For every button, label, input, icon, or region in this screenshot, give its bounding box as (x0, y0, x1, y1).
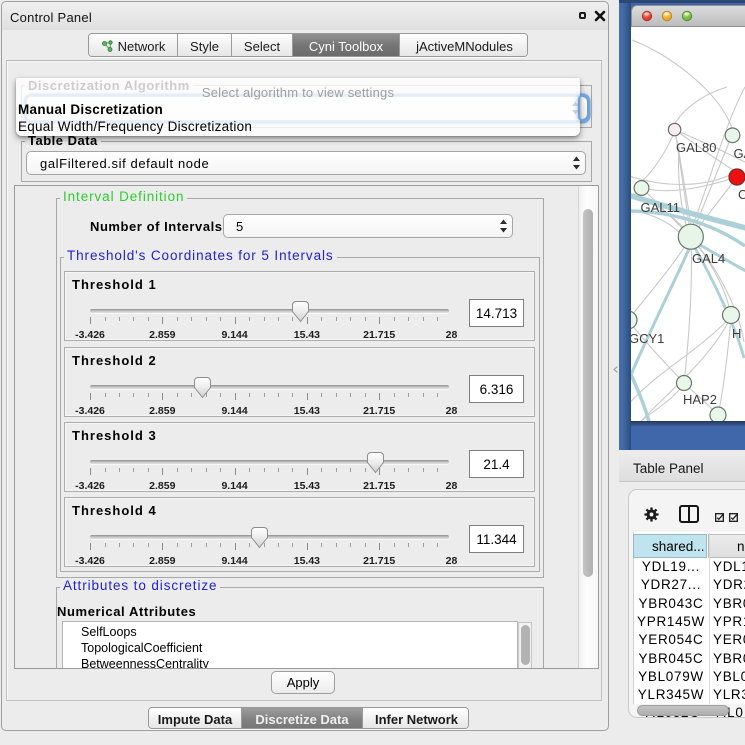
svg-text:GAL4: GAL4 (692, 251, 725, 266)
svg-text:HAP2: HAP2 (683, 392, 717, 407)
svg-text:GCY1: GCY1 (631, 331, 664, 346)
svg-text:H: H (732, 326, 741, 341)
svg-text:GA: GA (734, 146, 745, 161)
svg-text:C: C (738, 187, 745, 202)
svg-text:GAL80: GAL80 (676, 140, 716, 155)
svg-text:GAL11: GAL11 (641, 200, 681, 215)
